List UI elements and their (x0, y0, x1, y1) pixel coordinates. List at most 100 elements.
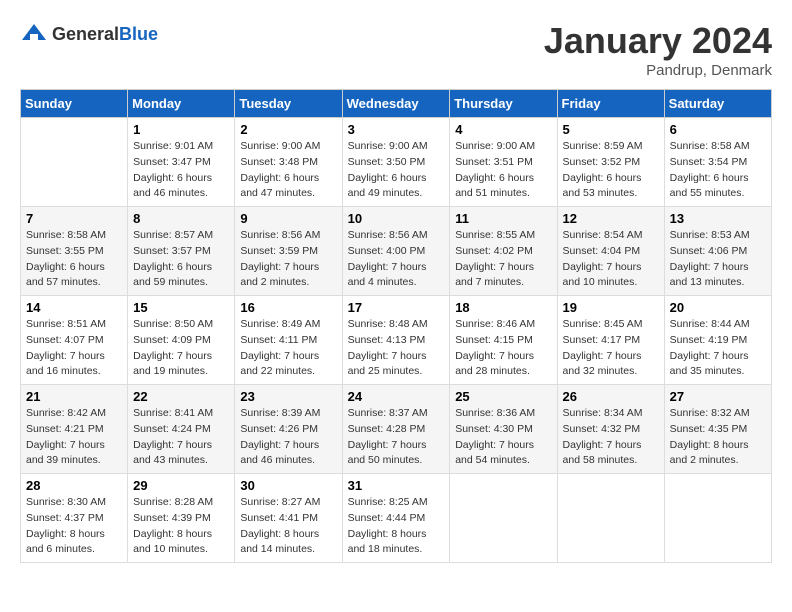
table-cell: 19Sunrise: 8:45 AMSunset: 4:17 PMDayligh… (557, 296, 664, 385)
day-number: 2 (240, 122, 336, 137)
col-monday: Monday (128, 90, 235, 118)
day-number: 26 (563, 389, 659, 404)
calendar-table: Sunday Monday Tuesday Wednesday Thursday… (20, 89, 772, 563)
sunrise-text: Sunrise: 8:54 AM (563, 228, 659, 244)
day-number: 29 (133, 478, 229, 493)
sunrise-text: Sunrise: 8:46 AM (455, 317, 551, 333)
table-cell: 24Sunrise: 8:37 AMSunset: 4:28 PMDayligh… (342, 385, 450, 474)
col-wednesday: Wednesday (342, 90, 450, 118)
day-number: 7 (26, 211, 122, 226)
daylight-text: Daylight: 7 hours and 58 minutes. (563, 438, 659, 470)
sunset-text: Sunset: 4:04 PM (563, 244, 659, 260)
table-cell: 25Sunrise: 8:36 AMSunset: 4:30 PMDayligh… (450, 385, 557, 474)
col-sunday: Sunday (21, 90, 128, 118)
daylight-text: Daylight: 7 hours and 43 minutes. (133, 438, 229, 470)
sunset-text: Sunset: 3:55 PM (26, 244, 122, 260)
sunset-text: Sunset: 4:17 PM (563, 333, 659, 349)
day-number: 22 (133, 389, 229, 404)
daylight-text: Daylight: 7 hours and 2 minutes. (240, 260, 336, 292)
sunset-text: Sunset: 3:47 PM (133, 155, 229, 171)
sunset-text: Sunset: 4:15 PM (455, 333, 551, 349)
table-cell: 1Sunrise: 9:01 AMSunset: 3:47 PMDaylight… (128, 118, 235, 207)
table-cell: 3Sunrise: 9:00 AMSunset: 3:50 PMDaylight… (342, 118, 450, 207)
day-info: Sunrise: 8:46 AMSunset: 4:15 PMDaylight:… (455, 317, 551, 380)
table-cell: 4Sunrise: 9:00 AMSunset: 3:51 PMDaylight… (450, 118, 557, 207)
day-number: 9 (240, 211, 336, 226)
sunset-text: Sunset: 4:09 PM (133, 333, 229, 349)
col-friday: Friday (557, 90, 664, 118)
logo-general-text: GeneralBlue (52, 24, 158, 45)
day-info: Sunrise: 8:27 AMSunset: 4:41 PMDaylight:… (240, 495, 336, 558)
daylight-text: Daylight: 7 hours and 35 minutes. (670, 349, 766, 381)
sunset-text: Sunset: 4:30 PM (455, 422, 551, 438)
table-cell: 15Sunrise: 8:50 AMSunset: 4:09 PMDayligh… (128, 296, 235, 385)
table-cell: 21Sunrise: 8:42 AMSunset: 4:21 PMDayligh… (21, 385, 128, 474)
day-info: Sunrise: 8:58 AMSunset: 3:54 PMDaylight:… (670, 139, 766, 202)
day-number: 27 (670, 389, 766, 404)
table-cell: 28Sunrise: 8:30 AMSunset: 4:37 PMDayligh… (21, 474, 128, 563)
table-cell: 2Sunrise: 9:00 AMSunset: 3:48 PMDaylight… (235, 118, 342, 207)
week-row-3: 21Sunrise: 8:42 AMSunset: 4:21 PMDayligh… (21, 385, 772, 474)
table-cell (21, 118, 128, 207)
daylight-text: Daylight: 7 hours and 13 minutes. (670, 260, 766, 292)
sunset-text: Sunset: 4:28 PM (348, 422, 445, 438)
day-number: 23 (240, 389, 336, 404)
sunrise-text: Sunrise: 8:56 AM (240, 228, 336, 244)
month-title: January 2024 (544, 20, 772, 62)
daylight-text: Daylight: 6 hours and 59 minutes. (133, 260, 229, 292)
day-info: Sunrise: 8:56 AMSunset: 4:00 PMDaylight:… (348, 228, 445, 291)
week-row-1: 7Sunrise: 8:58 AMSunset: 3:55 PMDaylight… (21, 207, 772, 296)
day-number: 31 (348, 478, 445, 493)
day-number: 19 (563, 300, 659, 315)
sunrise-text: Sunrise: 9:00 AM (240, 139, 336, 155)
table-cell: 11Sunrise: 8:55 AMSunset: 4:02 PMDayligh… (450, 207, 557, 296)
daylight-text: Daylight: 8 hours and 2 minutes. (670, 438, 766, 470)
sunset-text: Sunset: 4:06 PM (670, 244, 766, 260)
table-cell: 13Sunrise: 8:53 AMSunset: 4:06 PMDayligh… (664, 207, 771, 296)
sunset-text: Sunset: 3:51 PM (455, 155, 551, 171)
day-number: 12 (563, 211, 659, 226)
sunset-text: Sunset: 4:37 PM (26, 511, 122, 527)
day-number: 17 (348, 300, 445, 315)
day-info: Sunrise: 8:57 AMSunset: 3:57 PMDaylight:… (133, 228, 229, 291)
day-number: 6 (670, 122, 766, 137)
logo: GeneralBlue (20, 20, 158, 48)
table-cell: 14Sunrise: 8:51 AMSunset: 4:07 PMDayligh… (21, 296, 128, 385)
daylight-text: Daylight: 7 hours and 4 minutes. (348, 260, 445, 292)
day-info: Sunrise: 8:39 AMSunset: 4:26 PMDaylight:… (240, 406, 336, 469)
day-info: Sunrise: 9:00 AMSunset: 3:51 PMDaylight:… (455, 139, 551, 202)
table-cell: 30 Sunrise: 8:27 AMSunset: 4:41 PMDayligh… (235, 474, 342, 563)
day-number: 10 (348, 211, 445, 226)
table-cell: 23 Sunrise: 8:39 AMSunset: 4:26 PMDayligh… (235, 385, 342, 474)
sunrise-text: Sunrise: 8:57 AM (133, 228, 229, 244)
sunset-text: Sunset: 3:57 PM (133, 244, 229, 260)
col-tuesday: Tuesday (235, 90, 342, 118)
page-header: GeneralBlue January 2024 Pandrup, Denmar… (20, 20, 772, 79)
table-cell (557, 474, 664, 563)
sunrise-text: Sunrise: 8:39 AM (240, 406, 336, 422)
daylight-text: Daylight: 8 hours and 6 minutes. (26, 527, 122, 559)
daylight-text: Daylight: 7 hours and 19 minutes. (133, 349, 229, 381)
sunrise-text: Sunrise: 8:56 AM (348, 228, 445, 244)
day-number: 16 (240, 300, 336, 315)
sunset-text: Sunset: 3:59 PM (240, 244, 336, 260)
day-info: Sunrise: 8:42 AMSunset: 4:21 PMDaylight:… (26, 406, 122, 469)
week-row-2: 14Sunrise: 8:51 AMSunset: 4:07 PMDayligh… (21, 296, 772, 385)
sunrise-text: Sunrise: 8:27 AM (240, 495, 336, 511)
day-info: Sunrise: 8:41 AMSunset: 4:24 PMDaylight:… (133, 406, 229, 469)
col-thursday: Thursday (450, 90, 557, 118)
day-info: Sunrise: 8:56 AMSunset: 3:59 PMDaylight:… (240, 228, 336, 291)
daylight-text: Daylight: 6 hours and 46 minutes. (133, 171, 229, 203)
day-info: Sunrise: 8:25 AMSunset: 4:44 PMDaylight:… (348, 495, 445, 558)
table-cell: 26Sunrise: 8:34 AMSunset: 4:32 PMDayligh… (557, 385, 664, 474)
sunset-text: Sunset: 4:21 PM (26, 422, 122, 438)
sunset-text: Sunset: 4:13 PM (348, 333, 445, 349)
week-row-0: 1Sunrise: 9:01 AMSunset: 3:47 PMDaylight… (21, 118, 772, 207)
sunset-text: Sunset: 4:00 PM (348, 244, 445, 260)
day-number: 30 (240, 478, 336, 493)
daylight-text: Daylight: 7 hours and 46 minutes. (240, 438, 336, 470)
daylight-text: Daylight: 7 hours and 7 minutes. (455, 260, 551, 292)
day-info: Sunrise: 8:36 AMSunset: 4:30 PMDaylight:… (455, 406, 551, 469)
daylight-text: Daylight: 7 hours and 39 minutes. (26, 438, 122, 470)
sunset-text: Sunset: 4:35 PM (670, 422, 766, 438)
